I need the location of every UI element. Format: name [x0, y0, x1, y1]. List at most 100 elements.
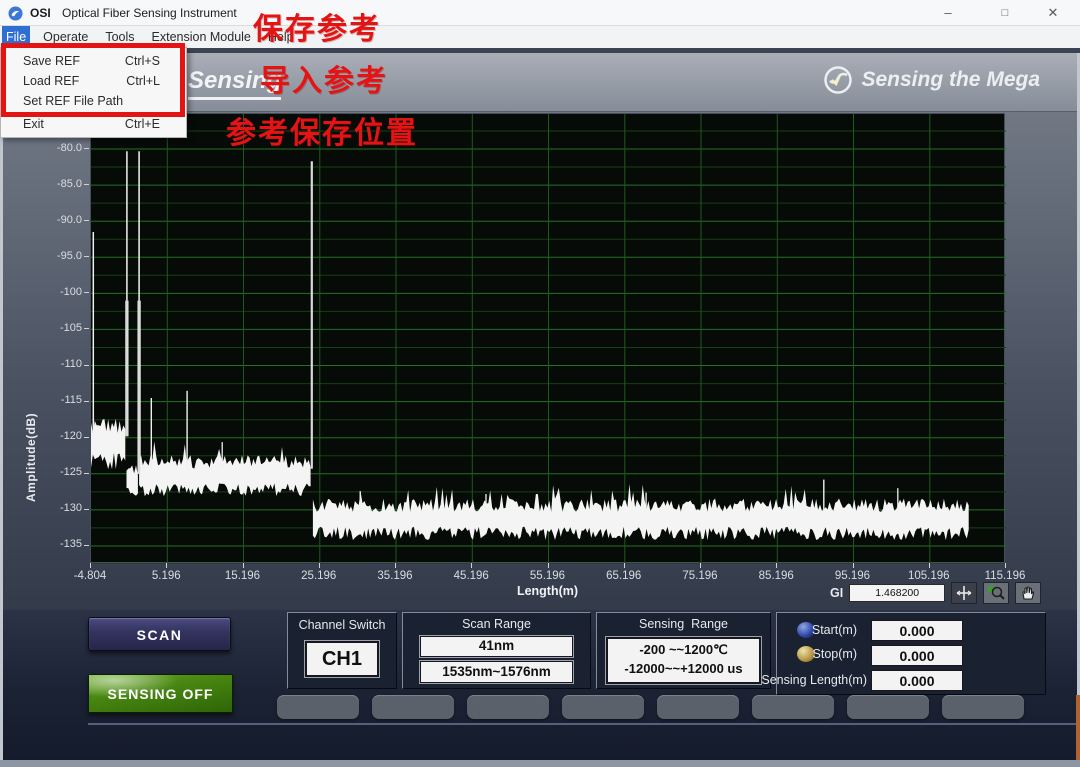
- y-tick-label: -115: [36, 394, 82, 406]
- stop-input[interactable]: [871, 645, 963, 666]
- panel-channel-switch: Channel Switch CH1: [287, 612, 397, 689]
- x-tick-label: 115.196: [985, 570, 1026, 582]
- tab-slot[interactable]: [752, 695, 834, 719]
- sensing-range-temp: -200 ~~1200℃: [608, 639, 759, 660]
- x-tick-label: 75.196: [682, 570, 717, 582]
- x-tick-label: 15.196: [225, 570, 260, 582]
- x-tick-label: 55.196: [530, 570, 565, 582]
- x-tick-label: -4.804: [74, 570, 107, 582]
- y-tick-label: -105: [36, 322, 82, 334]
- tab-row: [277, 695, 1024, 719]
- y-tick-label: -85.0: [36, 178, 82, 190]
- plot-canvas[interactable]: [90, 113, 1005, 563]
- x-tick-mark: [166, 563, 167, 568]
- x-tick-mark: [624, 563, 625, 568]
- hand-icon: [1019, 585, 1037, 601]
- tab-slot[interactable]: [277, 695, 359, 719]
- gi-input[interactable]: [849, 584, 945, 602]
- x-axis-label: Length(m): [500, 584, 595, 598]
- start-label: Start(m): [769, 623, 857, 637]
- y-axis-label: Amplitude(dB): [24, 413, 38, 502]
- divider: [88, 723, 1080, 725]
- scan-range-bandwidth[interactable]: 41nm: [420, 636, 573, 657]
- scan-button[interactable]: SCAN: [88, 617, 231, 651]
- tab-slot[interactable]: [467, 695, 549, 719]
- y-tick-mark: [84, 401, 89, 402]
- sensing-length-label: Sensing Length(m): [747, 673, 867, 687]
- x-tick-label: 25.196: [301, 570, 336, 582]
- magnifier-icon: [987, 585, 1005, 601]
- y-tick-mark: [84, 256, 89, 257]
- panel-sensing-range: Sensing Range -200 ~~1200℃ -12000~~+1200…: [596, 612, 771, 689]
- y-tick-label: -95.0: [36, 250, 82, 262]
- crosshair-icon: [955, 585, 973, 601]
- menu-item-exit[interactable]: ExitCtrl+E: [1, 114, 186, 134]
- trace-noise-band: [139, 442, 311, 497]
- gi-label: GI: [830, 586, 843, 600]
- x-tick-label: 85.196: [759, 570, 794, 582]
- annotation-load-ref: 导入参考: [260, 56, 388, 100]
- y-tick-mark: [84, 184, 89, 185]
- x-tick-label: 45.196: [454, 570, 489, 582]
- y-tick-label: -100: [36, 286, 82, 298]
- y-tick-mark: [84, 328, 89, 329]
- y-tick-label: -120: [36, 430, 82, 442]
- start-input[interactable]: [871, 620, 963, 641]
- annotation-highlight-box: [1, 43, 185, 117]
- panel-scan-range: Scan Range 41nm 1535nm~1576nm: [402, 612, 591, 689]
- sensing-range-label: Sensing Range: [597, 617, 770, 631]
- stop-label: Stop(m): [769, 647, 857, 661]
- gi-row: GI: [830, 582, 1041, 604]
- window-titlebar: OSI Optical Fiber Sensing Instrument – □…: [0, 0, 1080, 26]
- x-tick-mark: [1005, 563, 1006, 568]
- chart-area: Amplitude(dB) -80.0 -85.0 -90.0 -95.0 -100 -1…: [0, 112, 1080, 610]
- sensing-length-input[interactable]: [871, 670, 963, 691]
- sensing-range-box: -200 ~~1200℃ -12000~~+12000 us: [606, 637, 761, 684]
- trace-noise-band: [91, 419, 125, 469]
- scan-range-window[interactable]: 1535nm~1576nm: [420, 661, 573, 683]
- menu-shortcut: Ctrl+E: [125, 117, 186, 131]
- panel-position: Start(m) Stop(m) Sensing Length(m): [776, 612, 1046, 695]
- trace-noise-band: [127, 465, 138, 496]
- channel-value[interactable]: CH1: [305, 641, 379, 677]
- y-tick-mark: [84, 220, 89, 221]
- trace-noise-band: [313, 484, 969, 540]
- y-tick-label: -80.0: [36, 142, 82, 154]
- tab-slot[interactable]: [847, 695, 929, 719]
- y-tick-label: -125: [36, 466, 82, 478]
- maximize-button[interactable]: □: [985, 0, 1025, 26]
- x-tick-label: 65.196: [606, 570, 641, 582]
- brand-logo-icon: [823, 65, 853, 95]
- y-tick-mark: [84, 148, 89, 149]
- tab-slot[interactable]: [562, 695, 644, 719]
- cursor-tool-button[interactable]: [951, 582, 977, 604]
- brand-right-text: Sensing the Mega: [861, 68, 1040, 92]
- y-tick-label: -90.0: [36, 214, 82, 226]
- y-tick-mark: [84, 473, 89, 474]
- app-logo-icon: [8, 6, 23, 21]
- sensing-off-button[interactable]: SENSING OFF: [88, 674, 233, 713]
- window-title: Optical Fiber Sensing Instrument: [62, 0, 237, 26]
- x-tick-mark: [700, 563, 701, 568]
- x-tick-mark: [395, 563, 396, 568]
- x-tick-label: 95.196: [835, 570, 870, 582]
- x-tick-mark: [776, 563, 777, 568]
- close-button[interactable]: ✕: [1033, 0, 1073, 26]
- x-tick-mark: [929, 563, 930, 568]
- minimize-button[interactable]: –: [928, 0, 968, 26]
- tab-slot[interactable]: [942, 695, 1024, 719]
- app-name: OSI: [30, 0, 51, 26]
- tab-slot[interactable]: [372, 695, 454, 719]
- x-tick-label: 5.196: [152, 570, 181, 582]
- app-window: OSI Optical Fiber Sensing Instrument – □…: [0, 0, 1080, 767]
- pan-tool-button[interactable]: [1015, 582, 1041, 604]
- brand-right: Sensing the Mega: [823, 65, 1040, 95]
- zoom-tool-button[interactable]: [983, 582, 1009, 604]
- annotation-ref-path: 参考保存位置: [226, 108, 418, 152]
- annotation-save-ref: 保存参考: [253, 4, 381, 48]
- window-border-left: [0, 53, 3, 760]
- tab-slot[interactable]: [657, 695, 739, 719]
- x-tick-mark: [243, 563, 244, 568]
- x-tick-label: 35.196: [377, 570, 412, 582]
- sensing-range-time: -12000~~+12000 us: [608, 660, 759, 678]
